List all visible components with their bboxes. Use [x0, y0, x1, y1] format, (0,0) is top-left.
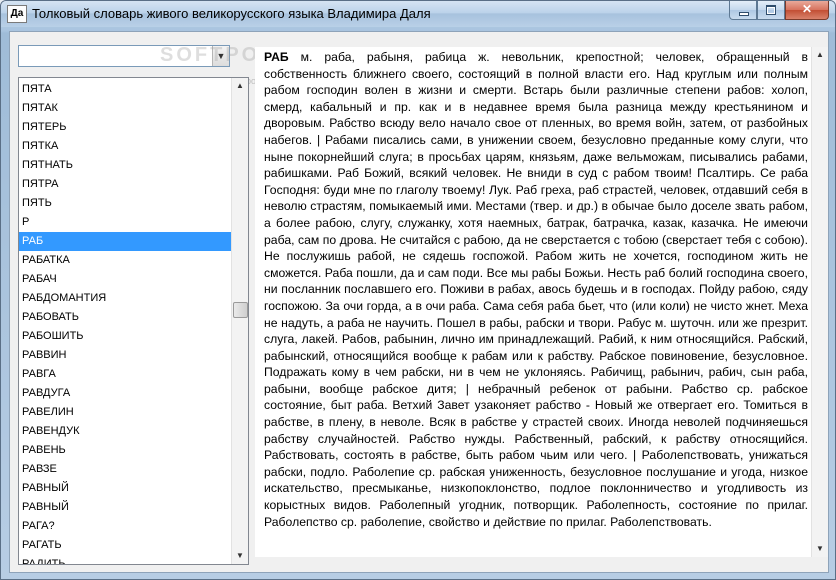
word-list-item[interactable]: РАБДОМАНТИЯ	[19, 289, 232, 308]
window-controls: ✕	[729, 1, 829, 21]
word-list-item[interactable]: ПЯТА	[19, 80, 232, 99]
title-bar[interactable]: Да Толковый словарь живого великорусског…	[1, 1, 835, 27]
word-list-item[interactable]: ПЯТНАТЬ	[19, 156, 232, 175]
word-list-item[interactable]: РАБОВАТЬ	[19, 308, 232, 327]
article-panel: РАБ м. раба, рабыня, рабица ж. невольник…	[255, 47, 828, 557]
word-list-item[interactable]: ПЯТАК	[19, 99, 232, 118]
word-list-item[interactable]: РАБОШИТЬ	[19, 327, 232, 346]
app-icon[interactable]: Да	[7, 5, 27, 23]
word-list-item[interactable]: РАВЕНЬ	[19, 441, 232, 460]
article-body: м. раба, рабыня, рабица ж. невольник, кр…	[264, 50, 808, 529]
article-scroll-down-arrow-icon[interactable]: ▼	[812, 541, 828, 557]
word-list-item[interactable]: РАБ	[19, 232, 232, 251]
word-list-item[interactable]: РАВНЫЙ	[19, 479, 232, 498]
close-icon: ✕	[801, 2, 813, 16]
minimize-icon	[739, 12, 749, 16]
article-scroll-up-arrow-icon[interactable]: ▲	[812, 47, 828, 63]
word-list-item[interactable]: РАВЗЕ	[19, 460, 232, 479]
word-list-item[interactable]: ПЯТЬ	[19, 194, 232, 213]
word-list-item[interactable]: РАГА?	[19, 517, 232, 536]
word-list-item[interactable]: Р	[19, 213, 232, 232]
word-list-item[interactable]: РАВГА	[19, 365, 232, 384]
word-list-item[interactable]: РАВВИН	[19, 346, 232, 365]
word-list-item[interactable]: РАВДУГА	[19, 384, 232, 403]
maximize-button[interactable]	[757, 1, 785, 20]
minimize-button[interactable]	[729, 1, 757, 20]
article-text: РАБ м. раба, рабыня, рабица ж. невольник…	[264, 49, 808, 530]
word-list-item[interactable]: РАБАТКА	[19, 251, 232, 270]
word-list-item[interactable]: ПЯТКА	[19, 137, 232, 156]
word-list-item[interactable]: ПЯТЕРЬ	[19, 118, 232, 137]
scroll-down-arrow-icon[interactable]: ▼	[232, 548, 248, 564]
article-scrollbar[interactable]: ▲ ▼	[811, 47, 828, 557]
client-area: ▼ SOFTPORTAL www.softportal.com ПЯТА ПЯТА…	[9, 31, 829, 573]
word-list[interactable]: ПЯТА ПЯТАК ПЯТЕРЬ ПЯТКА ПЯТНАТЬ ПЯТРА ПЯТЬ Р РАБ…	[18, 77, 249, 565]
word-list-item[interactable]: РАВЕЛИН	[19, 403, 232, 422]
word-list-item[interactable]: РАДИТЬ	[19, 555, 232, 564]
word-list-item[interactable]: ПЯТРА	[19, 175, 232, 194]
word-list-item[interactable]: РАВЕНДУК	[19, 422, 232, 441]
word-list-item[interactable]: РАГАТЬ	[19, 536, 232, 555]
word-list-scrollbar[interactable]: ▲ ▼	[231, 78, 248, 564]
word-list-items: ПЯТА ПЯТАК ПЯТЕРЬ ПЯТКА ПЯТНАТЬ ПЯТРА ПЯТЬ Р РАБ…	[19, 80, 232, 564]
word-list-item[interactable]: РАБАЧ	[19, 270, 232, 289]
word-list-item[interactable]: РАВНЫЙ	[19, 498, 232, 517]
window-title: Толковый словарь живого великорусского я…	[32, 6, 431, 21]
close-button[interactable]: ✕	[785, 1, 829, 20]
maximize-icon	[766, 5, 776, 15]
scroll-up-arrow-icon[interactable]: ▲	[232, 78, 248, 94]
scroll-thumb[interactable]	[233, 302, 248, 318]
article-headword: РАБ	[264, 50, 289, 64]
app-window: Да Толковый словарь живого великорусског…	[0, 0, 836, 580]
